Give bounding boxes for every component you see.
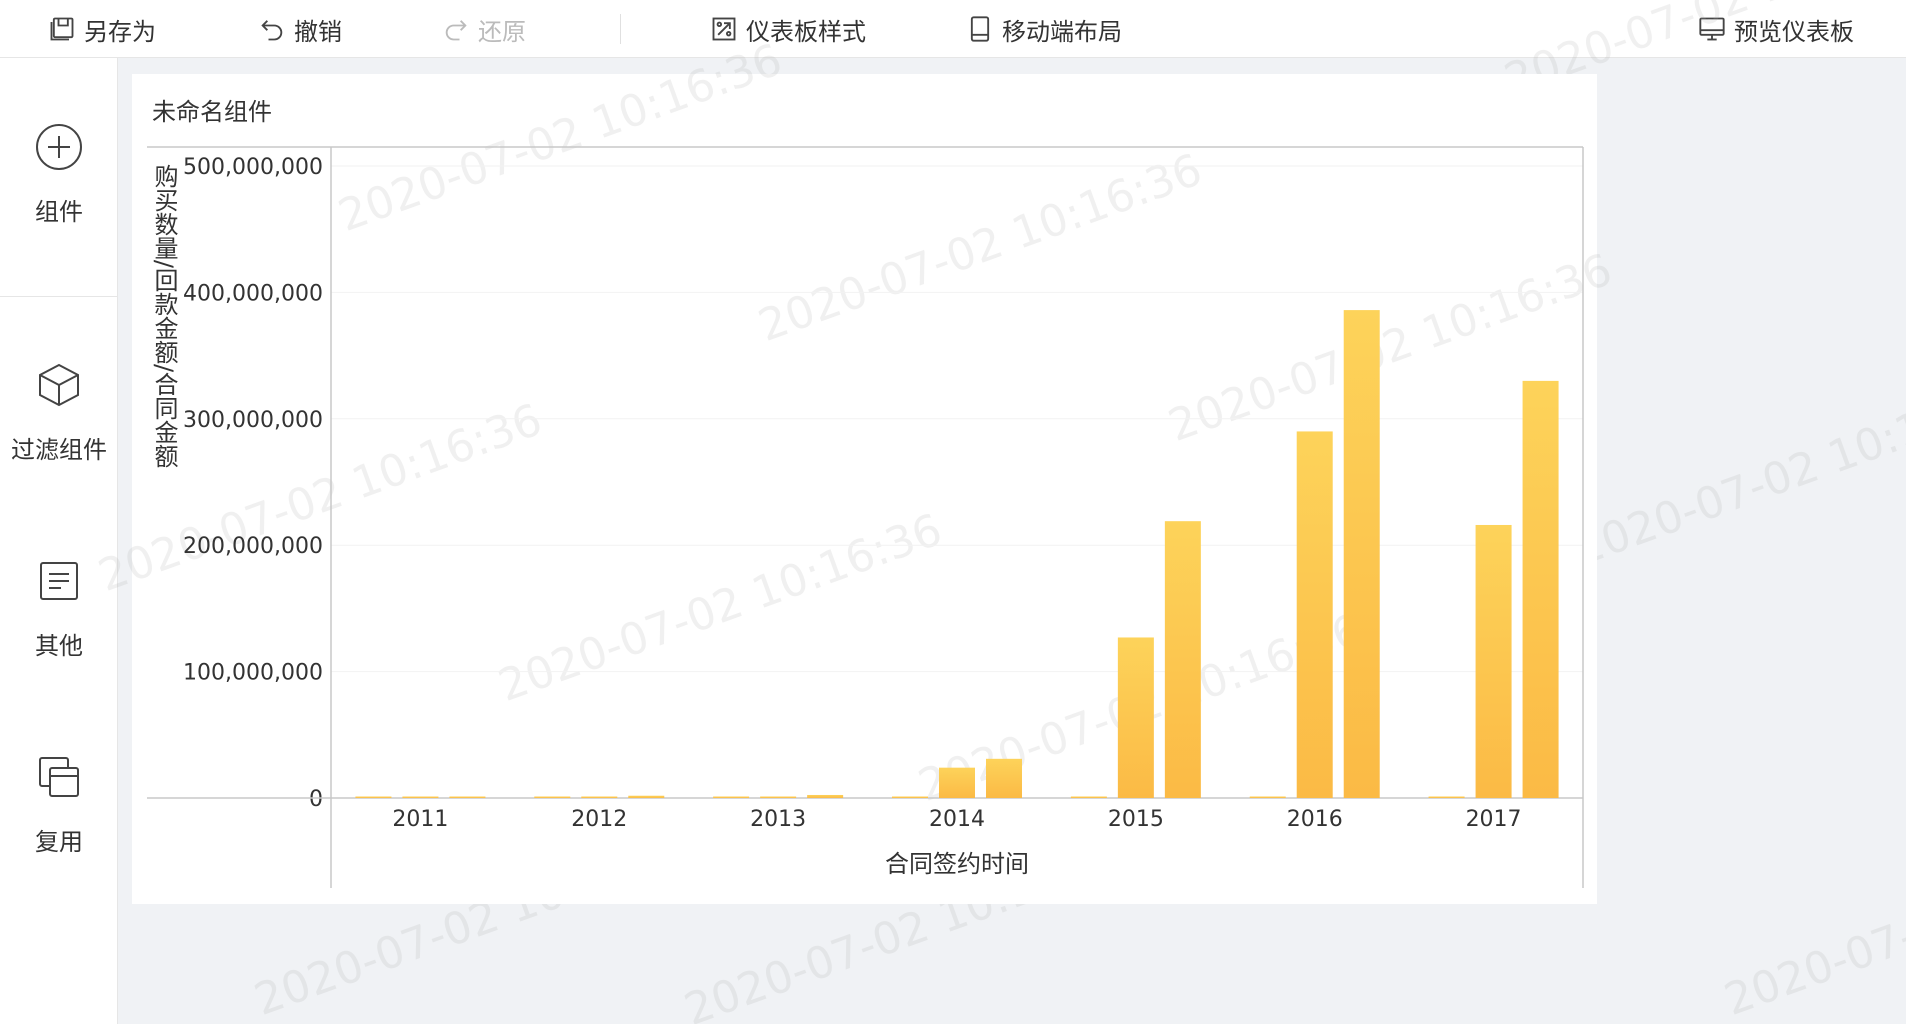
bar-2011-0	[355, 796, 392, 798]
bar-2017-0	[1428, 796, 1465, 798]
save-as-button[interactable]: 另存为	[48, 0, 156, 58]
cube-icon	[39, 363, 79, 407]
preview-dashboard-button[interactable]: 预览仪表板	[1698, 0, 1854, 58]
x-tick-label: 2012	[571, 807, 627, 832]
bar-2012-1	[581, 796, 618, 798]
x-tick-label: 2017	[1466, 807, 1522, 832]
sidebar-item-filter[interactable]: 过滤组件	[0, 360, 118, 465]
y-tick-label: 500,000,000	[183, 155, 323, 180]
bar-2012-0	[534, 796, 571, 798]
sidebar: 组件 过滤组件 其他 复用	[0, 58, 118, 1024]
bar-2013-2	[807, 794, 844, 798]
bar-chart: 0 100,000,000 200,000,000 300,000,000 400,00…	[147, 146, 1584, 888]
x-tick-label: 2015	[1108, 807, 1164, 832]
toolbar: 另存为 撤销 还原 仪表板样式 移动端布局 预览仪表板	[0, 0, 1906, 58]
sidebar-item-label: 过滤组件	[11, 436, 107, 464]
bar-2014-2	[986, 758, 1022, 798]
bar-2015-2	[1164, 521, 1201, 798]
y-tick-label: 100,000,000	[183, 661, 323, 686]
y-tick-label: 0	[309, 787, 323, 812]
redo-icon	[445, 20, 467, 41]
bar-2016-0	[1249, 796, 1286, 798]
bar-2015-0	[1070, 796, 1107, 798]
watermark: 2020-07-02 10:16:36	[1718, 818, 1906, 1024]
bar-2014-0	[892, 796, 928, 798]
document-icon	[40, 562, 78, 600]
copy-icon	[39, 757, 79, 797]
bar-2012-2	[628, 795, 665, 798]
save-as-icon	[50, 17, 74, 41]
mobile-layout-label: 移动端布局	[1002, 17, 1122, 46]
bar-2017-1	[1475, 524, 1512, 798]
sidebar-divider	[0, 296, 118, 297]
mobile-icon	[970, 16, 990, 42]
x-tick-label: 2014	[929, 807, 985, 832]
redo-button[interactable]: 还原	[442, 0, 526, 58]
mobile-layout-button[interactable]: 移动端布局	[966, 0, 1122, 58]
bar-2011-2	[449, 796, 486, 798]
sidebar-item-label: 复用	[35, 828, 83, 856]
monitor-icon	[1699, 17, 1725, 41]
sidebar-item-other[interactable]: 其他	[0, 556, 118, 661]
save-as-label: 另存为	[84, 17, 156, 46]
y-tick-label: 400,000,000	[183, 281, 323, 306]
x-tick-label: 2013	[750, 807, 806, 832]
x-tick-label: 2016	[1287, 807, 1343, 832]
bar-2014-1	[939, 767, 975, 798]
y-axis-title: 购买数量/回款金额/合同金额	[150, 164, 178, 468]
bar-2013-1	[760, 796, 797, 798]
y-tick-label: 200,000,000	[183, 534, 323, 559]
bar-2011-1	[402, 796, 439, 798]
plus-circle-icon	[36, 124, 82, 170]
sidebar-item-label: 组件	[35, 198, 83, 226]
undo-label: 撤销	[294, 17, 342, 46]
dashboard-style-label: 仪表板样式	[746, 17, 866, 46]
style-icon	[712, 17, 736, 41]
bar-2015-1	[1117, 637, 1154, 798]
chart-widget[interactable]: 2020-07-02 10:16:36 2020-07-02 10:16:36 …	[92, 34, 1619, 904]
y-tick-label: 300,000,000	[183, 408, 323, 433]
x-tick-label: 2011	[392, 807, 448, 832]
bar-2013-0	[713, 796, 750, 798]
watermark: 2020-07-02 10:16:36	[1568, 368, 1906, 576]
sidebar-item-reuse[interactable]: 复用	[0, 752, 118, 857]
bar-2016-2	[1343, 310, 1380, 798]
toolbar-divider	[620, 14, 621, 44]
sidebar-item-components[interactable]: 组件	[0, 122, 118, 227]
x-axis-title: 合同签约时间	[885, 850, 1029, 878]
dashboard-style-button[interactable]: 仪表板样式	[710, 0, 866, 58]
bar-2016-1	[1296, 431, 1333, 798]
undo-button[interactable]: 撤销	[258, 0, 342, 58]
preview-dashboard-label: 预览仪表板	[1734, 17, 1854, 46]
undo-icon	[261, 20, 283, 41]
bar-2017-2	[1522, 380, 1559, 798]
redo-label: 还原	[478, 17, 526, 46]
sidebar-item-label: 其他	[35, 632, 83, 660]
